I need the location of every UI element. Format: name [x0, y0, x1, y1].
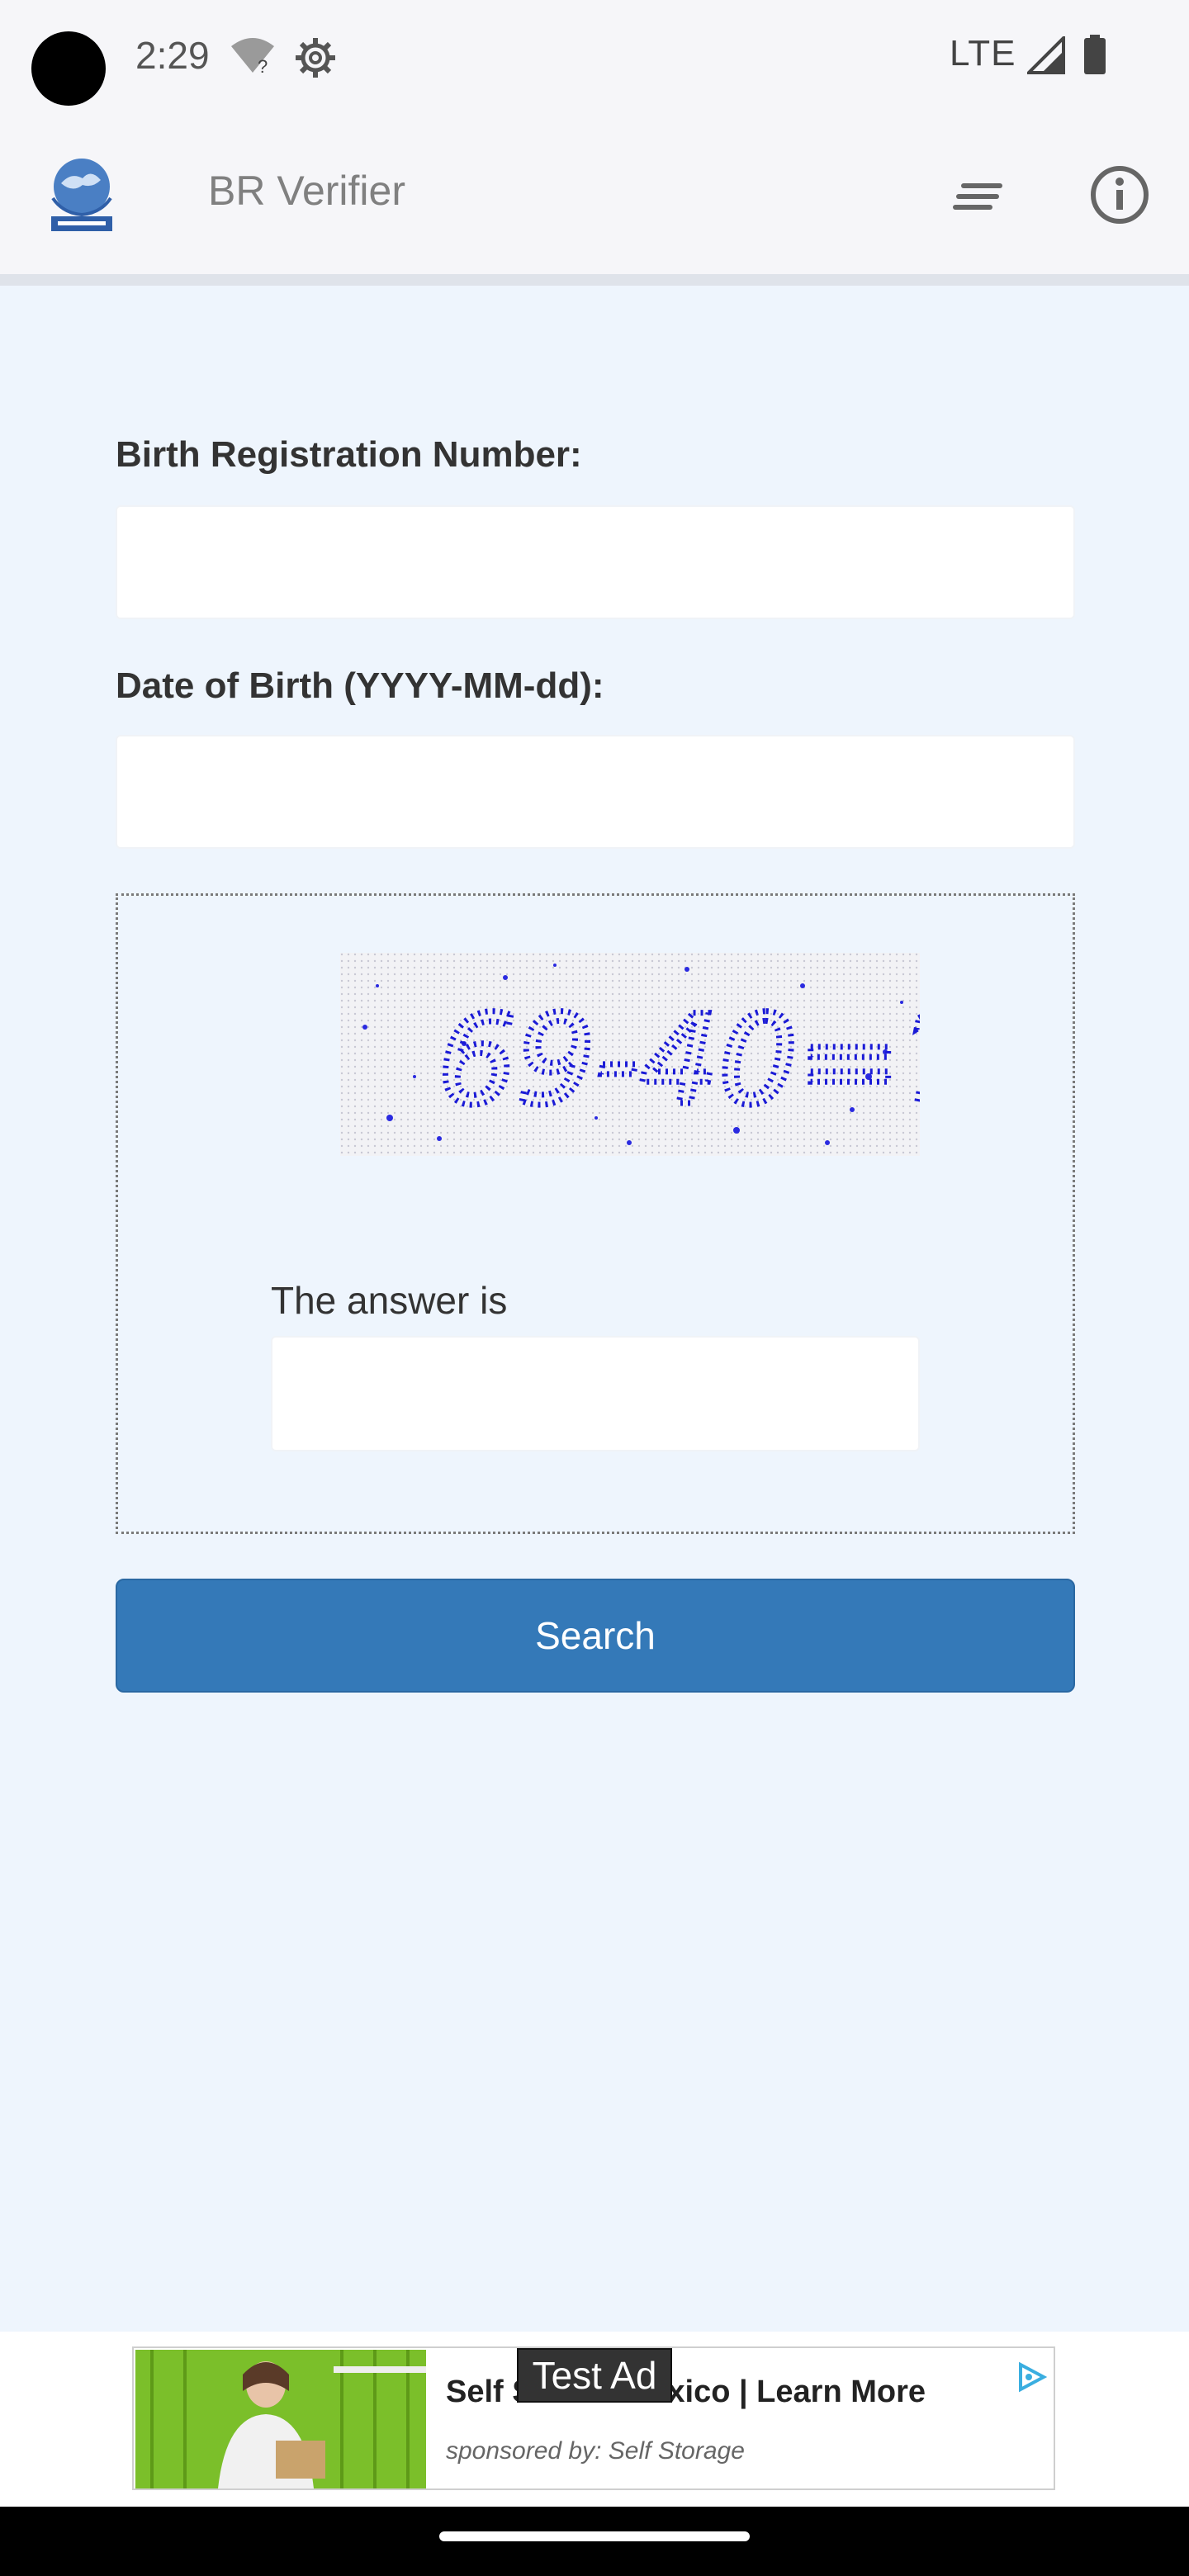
- signal-icon: [1027, 36, 1065, 74]
- battery-icon: [1084, 35, 1106, 74]
- app-title: BR Verifier: [208, 168, 405, 214]
- status-time: 2:29: [135, 34, 210, 77]
- settings-gear-icon: [296, 38, 335, 78]
- app-logo-icon: [51, 159, 112, 231]
- search-button[interactable]: Search: [116, 1579, 1075, 1693]
- brn-input[interactable]: [116, 505, 1075, 619]
- ad-sponsor: sponsored by: Self Storage: [446, 2437, 745, 2465]
- app-bar: BR Verifier: [0, 116, 1189, 274]
- app-bar-divider: [0, 274, 1189, 286]
- system-nav-bar: [0, 2507, 1189, 2576]
- answer-label: The answer is: [271, 1279, 508, 1322]
- adchoices-icon[interactable]: [1016, 2361, 1047, 2393]
- svg-text:?: ?: [258, 56, 268, 74]
- captcha-text: 69-40=?: [438, 989, 920, 1133]
- network-type: LTE: [950, 33, 1016, 73]
- menu-icon[interactable]: [950, 172, 1012, 221]
- brn-label: Birth Registration Number:: [116, 434, 582, 475]
- wifi-unknown-icon: ?: [231, 38, 274, 74]
- dob-label: Date of Birth (YYYY-MM-dd):: [116, 665, 604, 706]
- captcha-image: 69-40=?: [340, 953, 920, 1156]
- answer-input[interactable]: [271, 1336, 920, 1451]
- home-gesture-bar[interactable]: [439, 2531, 750, 2541]
- camera-cutout: [31, 31, 106, 106]
- status-bar: 2:29 ? LTE: [0, 0, 1189, 116]
- info-icon[interactable]: [1088, 163, 1151, 226]
- dob-input[interactable]: [116, 735, 1075, 849]
- ad-image: [135, 2350, 426, 2488]
- test-ad-badge: Test Ad: [517, 2348, 672, 2403]
